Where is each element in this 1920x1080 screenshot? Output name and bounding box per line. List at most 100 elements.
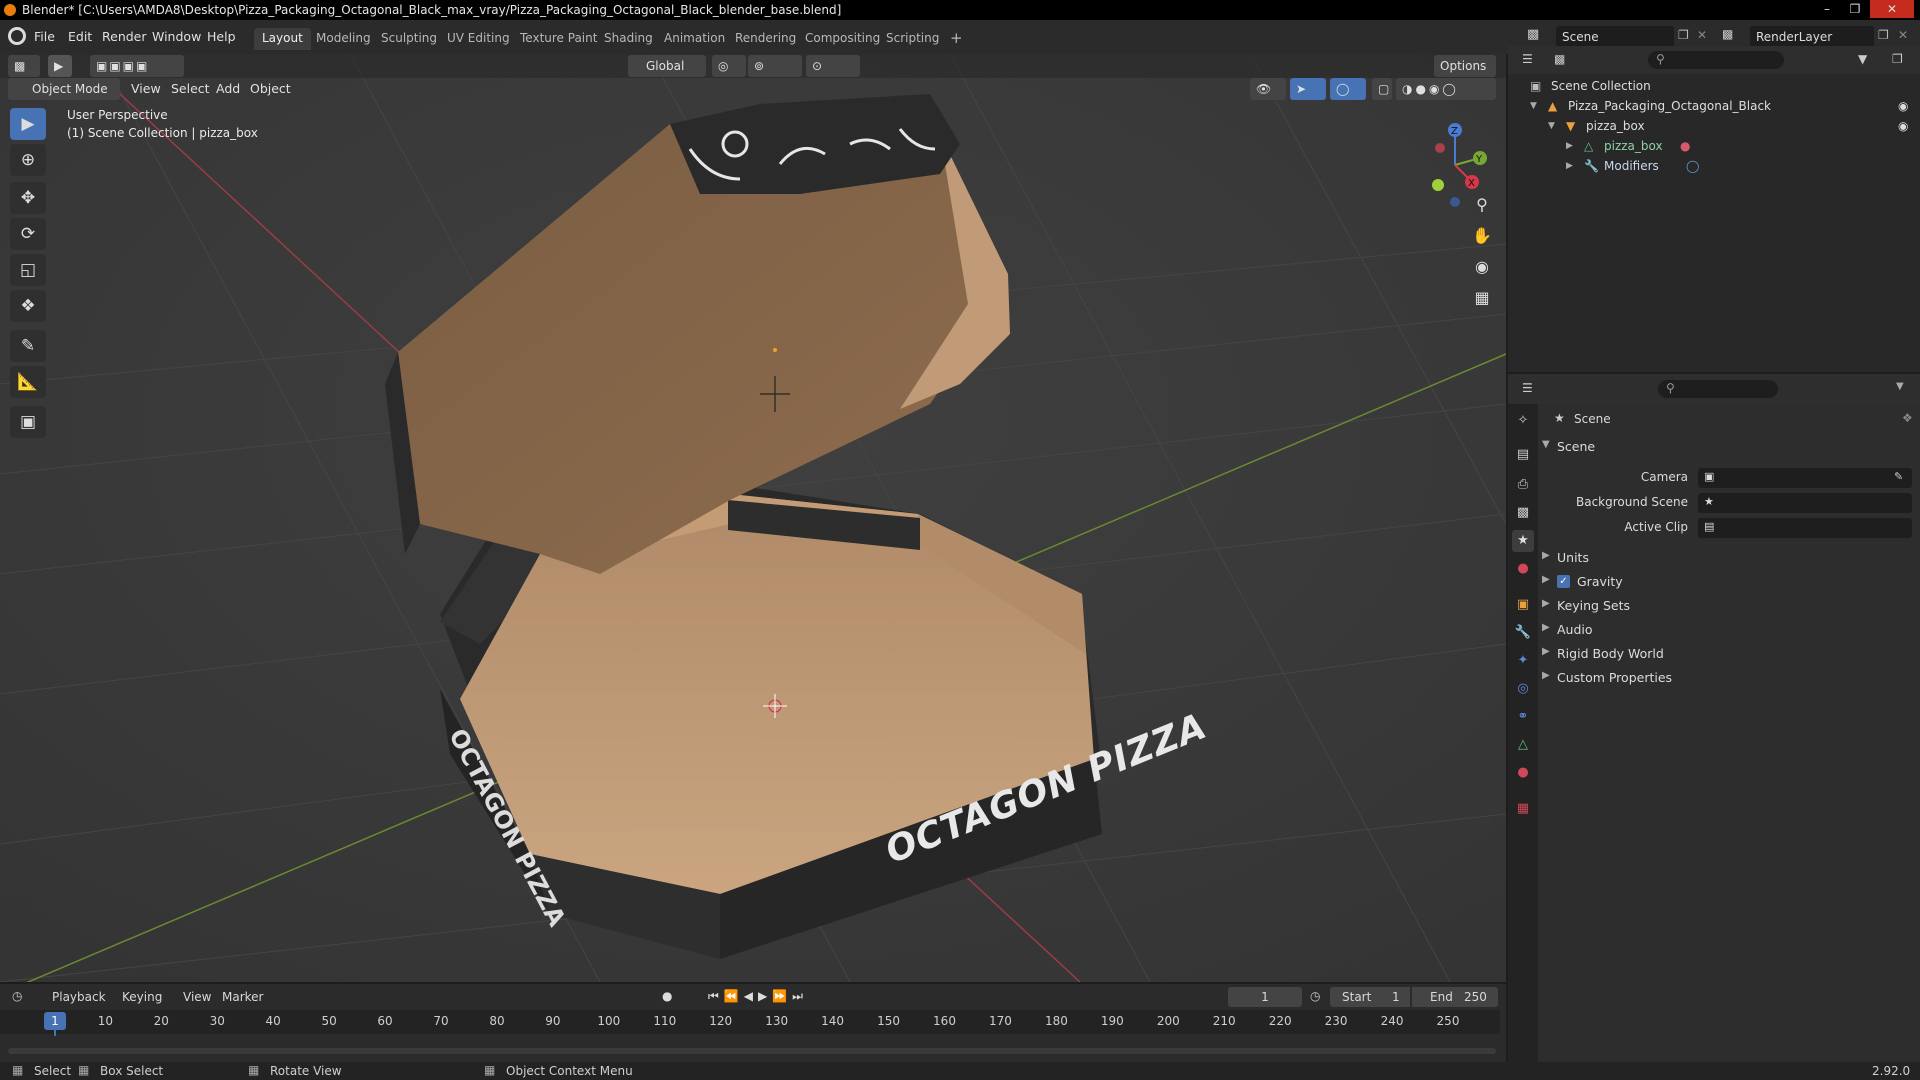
- world-tab-icon[interactable]: ●: [1512, 558, 1534, 580]
- editor-type-icon[interactable]: ▩: [8, 55, 40, 77]
- ortho-grid-icon[interactable]: ▦: [1468, 284, 1496, 312]
- outliner-editor-type-icon[interactable]: ☰: [1522, 52, 1533, 66]
- visibility-eye-icon[interactable]: ◉: [1898, 99, 1908, 113]
- pivot-point-icon[interactable]: ◎: [712, 55, 746, 77]
- scale-tool[interactable]: ◱: [10, 254, 46, 286]
- object-tab-icon[interactable]: ▣: [1512, 594, 1534, 616]
- xray-toggle-icon[interactable]: ▢: [1372, 78, 1392, 100]
- timeline-track-area[interactable]: [0, 1036, 1506, 1058]
- renderlayer-selector-icon[interactable]: ▩: [1722, 27, 1733, 41]
- background-scene-field[interactable]: ★: [1698, 493, 1912, 513]
- menu-render[interactable]: Render: [102, 29, 147, 44]
- object-mode-dropdown[interactable]: Object Mode: [8, 78, 120, 100]
- rotate-tool[interactable]: ⟳: [10, 218, 46, 250]
- audio-panel-header[interactable]: ▶ Audio: [1542, 619, 1914, 641]
- tool-tab-icon[interactable]: ✧: [1512, 410, 1534, 432]
- visibility-eye-icon[interactable]: ◉: [1898, 119, 1908, 133]
- filter-icon[interactable]: ▼: [1858, 52, 1867, 66]
- menu-window[interactable]: Window: [152, 29, 201, 44]
- outliner-search-input[interactable]: ⚲: [1648, 51, 1784, 69]
- gizmo-toggle-icon[interactable]: ➤: [1290, 78, 1326, 100]
- timeline-editor-type-icon[interactable]: ◷: [12, 989, 22, 1003]
- camera-view-icon[interactable]: ◉: [1468, 253, 1496, 281]
- maximize-button[interactable]: ❐: [1842, 0, 1868, 18]
- outliner-item-collection[interactable]: ▼ ▲ Pizza_Packaging_Octagonal_Black ◉: [1508, 96, 1920, 116]
- modifier-tab-icon[interactable]: 🔧: [1512, 622, 1534, 644]
- new-collection-icon[interactable]: ❐: [1892, 52, 1903, 66]
- timeline-menu-marker[interactable]: Marker: [222, 990, 263, 1004]
- output-tab-icon[interactable]: ⎙: [1512, 474, 1534, 496]
- scene-panel-header[interactable]: ▼ Scene: [1542, 436, 1914, 458]
- tab-animation[interactable]: Animation: [656, 28, 733, 50]
- overlay-toggle-icon[interactable]: ◯: [1330, 78, 1366, 100]
- tab-rendering[interactable]: Rendering: [727, 28, 804, 50]
- annotate-tool[interactable]: ✎: [10, 330, 46, 362]
- clock-icon[interactable]: ◷: [1310, 989, 1320, 1003]
- zoom-icon[interactable]: ⚲: [1468, 191, 1496, 219]
- custom-properties-panel-header[interactable]: ▶ Custom Properties: [1542, 667, 1914, 689]
- end-frame-field[interactable]: End 250: [1412, 987, 1498, 1007]
- active-clip-field[interactable]: ▤: [1698, 518, 1912, 538]
- move-tool[interactable]: ✥: [10, 182, 46, 214]
- close-button[interactable]: ✕: [1870, 0, 1914, 18]
- properties-editor-type-icon[interactable]: ☰: [1522, 381, 1533, 395]
- timeline-scrollbar[interactable]: [8, 1048, 1496, 1054]
- gravity-panel-header[interactable]: ▶ ✓ Gravity: [1542, 571, 1914, 593]
- outliner-display-mode-icon[interactable]: ▩: [1554, 52, 1565, 66]
- data-tab-icon[interactable]: △: [1512, 734, 1534, 756]
- outliner-item-object[interactable]: ▼ ▼ pizza_box ◉: [1508, 116, 1920, 136]
- texture-tab-icon[interactable]: ▦: [1512, 798, 1534, 820]
- outliner-item-mesh[interactable]: ▶ △ pizza_box ●: [1508, 136, 1920, 156]
- particles-tab-icon[interactable]: ✦: [1512, 650, 1534, 672]
- shading-mode-icons[interactable]: ◑●◉◯: [1396, 78, 1496, 100]
- selection-mode-icons[interactable]: ▣▣▣▣: [90, 55, 184, 77]
- tab-texture-paint[interactable]: Texture Paint: [512, 28, 605, 50]
- add-cube-tool[interactable]: ▣: [10, 406, 46, 438]
- playback-controls[interactable]: ⏮⏪◀▶⏩⏭: [708, 989, 808, 1004]
- material-tab-icon[interactable]: ●: [1512, 762, 1534, 784]
- view-layer-tab-icon[interactable]: ▩: [1512, 502, 1534, 524]
- tab-compositing[interactable]: Compositing: [797, 28, 888, 50]
- scene-delete-icon[interactable]: ✕: [1697, 28, 1707, 42]
- outliner-scene-collection[interactable]: ▣ Scene Collection: [1508, 76, 1920, 96]
- physics-tab-icon[interactable]: ◎: [1512, 678, 1534, 700]
- units-panel-header[interactable]: ▶ Units: [1542, 547, 1914, 569]
- constraints-tab-icon[interactable]: ⚭: [1512, 706, 1534, 728]
- minimize-button[interactable]: –: [1814, 0, 1840, 18]
- render-tab-icon[interactable]: ▤: [1512, 444, 1534, 466]
- scene-new-icon[interactable]: ❐: [1678, 28, 1689, 42]
- viewport-menu-select[interactable]: Select: [171, 81, 210, 96]
- cursor-tool[interactable]: ⊕: [10, 144, 46, 176]
- scene-name-field[interactable]: Scene: [1556, 26, 1674, 48]
- timeline-menu-playback[interactable]: Playback: [52, 990, 106, 1004]
- scene-selector-icon[interactable]: ▩: [1527, 27, 1547, 47]
- timeline-menu-view[interactable]: View: [183, 990, 211, 1004]
- pan-hand-icon[interactable]: ✋: [1468, 222, 1496, 250]
- renderlayer-delete-icon[interactable]: ✕: [1898, 28, 1908, 42]
- properties-search-input[interactable]: ⚲: [1658, 380, 1778, 398]
- menu-help[interactable]: Help: [207, 29, 236, 44]
- renderlayer-name-field[interactable]: RenderLayer: [1750, 26, 1874, 48]
- blender-menu-icon[interactable]: [8, 27, 26, 45]
- chevron-down-icon[interactable]: ▼: [1896, 381, 1904, 392]
- select-box-tool[interactable]: ▶: [10, 108, 46, 140]
- menu-edit[interactable]: Edit: [68, 29, 92, 44]
- outliner-item-modifiers[interactable]: ▶ 🔧 Modifiers ◯: [1508, 156, 1920, 176]
- visibility-icon[interactable]: 👁: [1250, 78, 1286, 100]
- tab-uv-editing[interactable]: UV Editing: [439, 28, 518, 50]
- tab-scripting[interactable]: Scripting: [878, 28, 947, 50]
- gravity-checkbox[interactable]: ✓: [1557, 575, 1570, 588]
- rigid-body-world-panel-header[interactable]: ▶ Rigid Body World: [1542, 643, 1914, 665]
- scene-tab-icon[interactable]: ★: [1512, 530, 1534, 552]
- options-dropdown[interactable]: Options: [1434, 55, 1496, 77]
- snap-icon[interactable]: ⊚: [748, 55, 802, 77]
- current-frame-field[interactable]: 1: [1228, 987, 1302, 1007]
- tab-shading[interactable]: Shading: [596, 28, 661, 50]
- eyedropper-icon[interactable]: ✎: [1894, 470, 1903, 483]
- proportional-edit-icon[interactable]: ⊙: [806, 55, 860, 77]
- camera-field[interactable]: ▣ ✎: [1698, 468, 1912, 488]
- select-tool-icon[interactable]: ▶: [48, 55, 72, 77]
- transform-tool[interactable]: ❖: [10, 290, 46, 322]
- record-icon[interactable]: ●: [662, 989, 672, 1003]
- 3d-viewport[interactable]: OCTAGON PIZZA OCTAGON PIZZA User Perspec…: [0, 54, 1506, 982]
